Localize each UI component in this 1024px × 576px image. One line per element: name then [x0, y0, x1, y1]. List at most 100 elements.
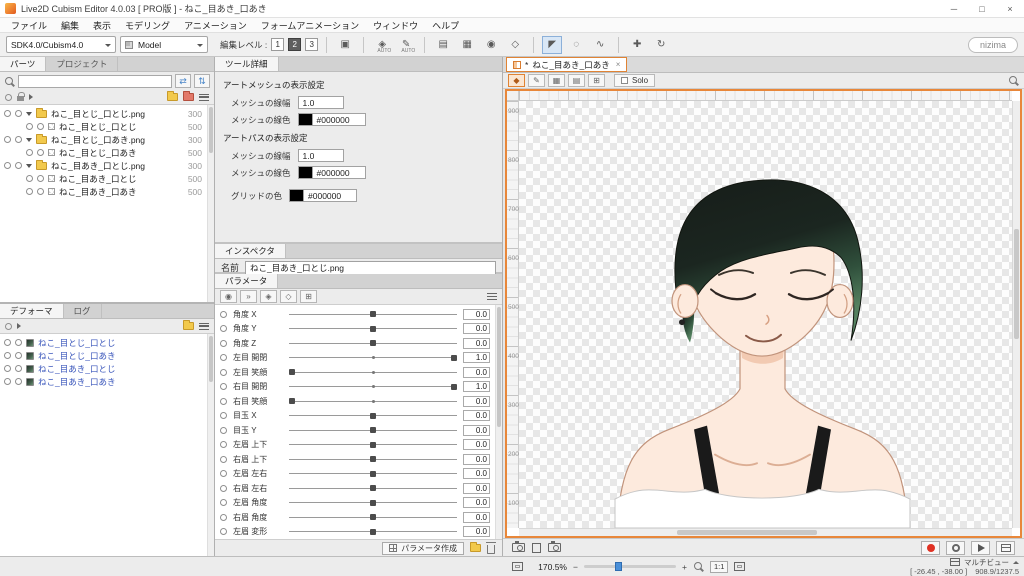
zoom-search-icon[interactable]: [693, 561, 704, 572]
grid-view-icon[interactable]: ⊞: [588, 74, 605, 87]
edit-toggle-icon[interactable]: [37, 149, 44, 156]
trash-icon[interactable]: [486, 541, 496, 554]
param-select-icon[interactable]: [220, 426, 227, 434]
menu-item[interactable]: ウィンドウ: [366, 19, 425, 32]
param-slider[interactable]: [289, 512, 457, 522]
edit-level-button[interactable]: 3: [305, 38, 319, 51]
tab-deformer[interactable]: デフォーマ: [0, 304, 64, 318]
param-value[interactable]: 0.0: [463, 395, 490, 407]
art-path-icon[interactable]: ◇: [505, 36, 525, 54]
edit-toggle-icon[interactable]: [15, 136, 22, 143]
param-value[interactable]: 1.0: [463, 381, 490, 393]
new-folder-icon[interactable]: [470, 542, 481, 552]
tab-inspector[interactable]: インスペクタ: [215, 244, 286, 258]
capture-settings-camera-icon[interactable]: [548, 541, 561, 552]
sort-button[interactable]: ⇅: [194, 74, 210, 88]
parts-tree-row[interactable]: ねこ_目あき_口あき 500: [0, 185, 214, 198]
new-folder-icon[interactable]: [167, 91, 178, 101]
deformer-tree-row[interactable]: ねこ_目あき_口とじ: [0, 362, 214, 375]
param-slider-knob[interactable]: [370, 514, 376, 521]
param-slider[interactable]: [289, 338, 457, 348]
zoom-slider-thumb[interactable]: [615, 562, 623, 571]
close-button[interactable]: ×: [996, 0, 1024, 17]
param-value[interactable]: 1.0: [463, 352, 490, 364]
mesh-line-width-input[interactable]: 1.0: [297, 96, 344, 109]
magnet-auto-icon[interactable]: ◈ AUTO: [372, 36, 392, 54]
magnet-off-icon[interactable]: ◇: [280, 290, 297, 303]
magnet-on-icon[interactable]: ◈: [260, 290, 277, 303]
lock-toggle-icon[interactable]: [15, 365, 22, 372]
param-slider-knob[interactable]: [370, 340, 376, 347]
param-value[interactable]: 0.0: [463, 366, 490, 378]
deformer-tree-row[interactable]: ねこ_目あき_口あき: [0, 375, 214, 388]
visibility-toggle-icon[interactable]: [4, 110, 11, 117]
parameters-scrollbar[interactable]: [495, 305, 502, 539]
caret-down-icon[interactable]: [26, 137, 32, 142]
param-value[interactable]: 0.0: [463, 308, 490, 320]
visibility-toggle-icon[interactable]: [4, 136, 11, 143]
zoom-out-button[interactable]: −: [573, 562, 578, 572]
arrow-tool-icon[interactable]: ◤: [542, 35, 563, 54]
menu-item[interactable]: アニメーション: [177, 19, 254, 32]
texture-view-icon[interactable]: ▤: [568, 74, 585, 87]
param-slider-knob[interactable]: [289, 398, 295, 405]
deformer-tree-row[interactable]: ねこ_目とじ_口とじ: [0, 336, 214, 349]
lock-toggle-icon[interactable]: [15, 352, 22, 359]
tab-tool-detail[interactable]: ツール詳細: [215, 57, 279, 71]
delete-folder-icon[interactable]: [183, 91, 194, 101]
frames-button[interactable]: [996, 540, 1015, 555]
param-select-icon[interactable]: [220, 484, 227, 492]
pen-auto-icon[interactable]: ✎ AUTO: [396, 36, 416, 54]
param-slider-knob[interactable]: [370, 325, 376, 332]
param-select-icon[interactable]: [220, 354, 227, 362]
param-slider-knob[interactable]: [451, 354, 457, 361]
visibility-toggle-icon[interactable]: [4, 378, 11, 385]
fit-view-icon[interactable]: [512, 562, 523, 571]
new-folder-icon[interactable]: [183, 320, 194, 330]
canvas-vertical-scrollbar[interactable]: [1012, 101, 1020, 528]
deformer-scrollbar[interactable]: [207, 334, 214, 556]
lock-toggle-icon[interactable]: [15, 339, 22, 346]
param-slider[interactable]: [289, 367, 457, 377]
transform-tool-icon[interactable]: ◆: [508, 74, 525, 87]
lasso-tool-icon[interactable]: ◌: [566, 36, 586, 54]
menu-item[interactable]: モデリング: [118, 19, 177, 32]
param-slider-knob[interactable]: [370, 427, 376, 434]
edit-level-button[interactable]: 1: [271, 38, 285, 51]
color-swatch[interactable]: [290, 190, 305, 201]
brush-tool-icon[interactable]: ∿: [590, 36, 610, 54]
param-select-icon[interactable]: [220, 441, 227, 449]
param-select-icon[interactable]: [220, 513, 227, 521]
param-slider[interactable]: [289, 483, 457, 493]
param-select-icon[interactable]: [220, 470, 227, 478]
tab-project[interactable]: プロジェクト: [46, 57, 119, 71]
param-slider-knob[interactable]: [370, 470, 376, 477]
edit-toggle-icon[interactable]: [37, 123, 44, 130]
param-value[interactable]: 0.0: [463, 511, 490, 523]
visibility-toggle-icon[interactable]: [26, 175, 33, 182]
rotate-tool-icon[interactable]: ↻: [651, 36, 671, 54]
param-select-icon[interactable]: [220, 412, 227, 420]
param-slider-knob[interactable]: [370, 528, 376, 535]
visibility-toggle-icon[interactable]: [26, 188, 33, 195]
menu-item[interactable]: フォームアニメーション: [254, 19, 366, 32]
menu-icon[interactable]: [199, 93, 209, 101]
caret-down-icon[interactable]: [26, 163, 32, 168]
param-select-icon[interactable]: [220, 383, 227, 391]
param-slider[interactable]: [289, 382, 457, 392]
param-value[interactable]: 0.0: [463, 497, 490, 509]
param-slider[interactable]: [289, 324, 457, 334]
path-line-color-input[interactable]: #000000: [297, 166, 366, 179]
param-select-icon[interactable]: [220, 455, 227, 463]
solo-checkbox[interactable]: [621, 77, 628, 84]
pan-tool-icon[interactable]: ✚: [627, 36, 647, 54]
param-value[interactable]: 0.0: [463, 453, 490, 465]
parts-tree-row[interactable]: ねこ_目とじ_口とじ.png 300: [0, 107, 214, 120]
art-mesh-icon[interactable]: ▦: [457, 36, 477, 54]
tab-parameters[interactable]: パラメータ: [215, 274, 279, 288]
param-value[interactable]: 0.0: [463, 526, 490, 538]
param-slider[interactable]: [289, 309, 457, 319]
param-slider[interactable]: [289, 396, 457, 406]
visibility-toggle-icon[interactable]: [26, 123, 33, 130]
param-slider-knob[interactable]: [289, 369, 295, 376]
